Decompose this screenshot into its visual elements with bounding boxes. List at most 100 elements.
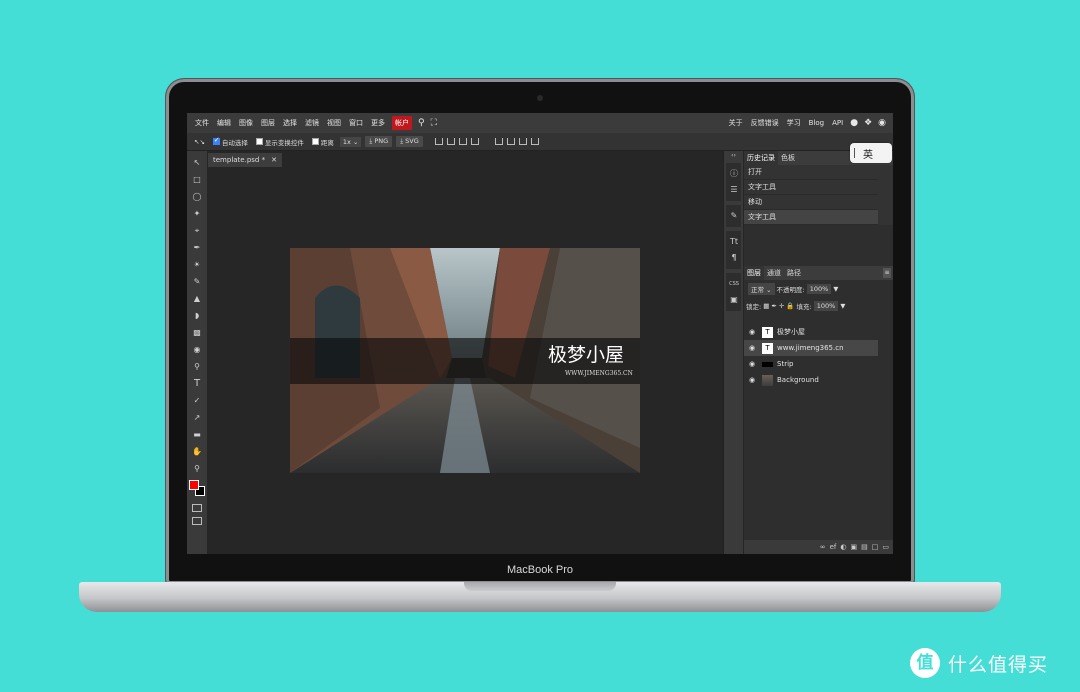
foreground-color-swatch[interactable] <box>189 480 199 490</box>
align-spacing-icon[interactable] <box>530 138 539 145</box>
brush-tool-icon[interactable]: ✎ <box>189 274 205 290</box>
marquee-tool-icon[interactable]: □ <box>189 172 205 188</box>
menu-account[interactable]: 帐户 <box>392 116 412 130</box>
reddit-icon[interactable]: ● <box>847 118 861 128</box>
align-bottom-icon[interactable] <box>518 138 527 145</box>
auto-select-checkbox[interactable]: 自动选择 <box>209 136 252 147</box>
screen-mode-icon[interactable] <box>192 517 202 525</box>
healing-tool-icon[interactable]: ✴ <box>189 257 205 273</box>
css-icon[interactable]: CSS <box>726 277 742 291</box>
menu-filter[interactable]: 滤镜 <box>301 113 323 133</box>
history-item[interactable]: 文字工具 <box>744 180 878 195</box>
pen-tool-icon[interactable]: ✓ <box>189 393 205 409</box>
zoom-select[interactable]: 1x ⌄ <box>339 136 362 147</box>
eye-icon[interactable]: ◉ <box>749 328 758 336</box>
eye-icon[interactable]: ◉ <box>749 376 758 384</box>
crop-tool-icon[interactable]: ⌖ <box>189 223 205 239</box>
menu-blog[interactable]: Blog <box>805 119 828 127</box>
opacity-input[interactable]: 100% <box>806 284 832 294</box>
history-item[interactable]: 移动 <box>744 195 878 210</box>
properties-icon[interactable]: ☰ <box>726 183 742 197</box>
link-icon[interactable]: ∞ <box>820 543 826 551</box>
tab-history[interactable]: 历史记录 <box>744 151 778 165</box>
menu-file[interactable]: 文件 <box>191 113 213 133</box>
export-png-button[interactable]: ⤓ PNG <box>365 136 393 147</box>
facebook-icon[interactable]: ◉ <box>875 118 889 128</box>
menu-select[interactable]: 选择 <box>279 113 301 133</box>
fx-icon[interactable]: ef <box>830 543 837 551</box>
search-icon[interactable]: ⚲ <box>415 118 428 128</box>
tab-swatches[interactable]: 色板 <box>778 151 798 165</box>
move-tool-icon[interactable]: ↖ <box>189 155 205 171</box>
close-icon[interactable]: ✕ <box>271 156 277 164</box>
adjustment-icon[interactable]: ◐ <box>840 543 846 551</box>
menu-more[interactable]: 更多 <box>367 113 389 133</box>
menu-view[interactable]: 视图 <box>323 113 345 133</box>
eye-icon[interactable]: ◉ <box>749 344 758 352</box>
history-item[interactable]: 文字工具 <box>744 210 878 225</box>
document-tab[interactable]: template.psd * ✕ <box>208 153 282 167</box>
image-icon[interactable]: ▣ <box>726 293 742 307</box>
show-transform-checkbox[interactable]: 显示变换控件 <box>252 137 308 147</box>
paragraph-icon[interactable]: ¶ <box>726 251 742 265</box>
align-distribute-icon[interactable] <box>470 138 479 145</box>
trash-icon[interactable]: ▭ <box>882 543 889 551</box>
layer-row[interactable]: ◉ Background <box>744 372 893 388</box>
collapse-icon[interactable]: ‹› <box>726 153 742 159</box>
export-svg-button[interactable]: ⤓ SVG <box>396 136 423 147</box>
menu-image[interactable]: 图像 <box>235 113 257 133</box>
magic-wand-icon[interactable]: ✦ <box>189 206 205 222</box>
mask-icon[interactable]: ▣ <box>851 543 858 551</box>
panel-menu-icon[interactable]: ≡ <box>883 268 891 278</box>
eye-icon[interactable]: ◉ <box>749 360 758 368</box>
align-top-icon[interactable] <box>494 138 503 145</box>
fullscreen-icon[interactable]: ⛶ <box>428 118 440 128</box>
tab-channels[interactable]: 通道 <box>764 266 784 280</box>
fill-input[interactable]: 100% <box>813 301 839 311</box>
menu-api[interactable]: API <box>828 119 847 127</box>
new-layer-icon[interactable]: □ <box>872 543 879 551</box>
align-right-icon[interactable] <box>458 138 467 145</box>
layer-row[interactable]: ◉ Strip <box>744 356 893 372</box>
tab-layers[interactable]: 图层 <box>744 266 764 280</box>
dodge-tool-icon[interactable]: ⚲ <box>189 359 205 375</box>
ime-indicator[interactable]: 英 <box>850 143 892 163</box>
twitter-icon[interactable]: ❖ <box>861 118 875 128</box>
history-item[interactable]: 打开 <box>744 165 878 180</box>
menu-layer[interactable]: 图层 <box>257 113 279 133</box>
menu-learn[interactable]: 学习 <box>783 118 805 128</box>
align-left-icon[interactable] <box>434 138 443 145</box>
info-icon[interactable]: ⓘ <box>726 167 742 181</box>
path-select-icon[interactable]: ↗ <box>189 410 205 426</box>
menu-edit[interactable]: 编辑 <box>213 113 235 133</box>
lock-icons[interactable]: ▦ ✒ ✛ 🔒 <box>763 302 794 310</box>
history-brush-icon[interactable]: ◗ <box>189 308 205 324</box>
zoom-tool-icon[interactable]: ⚲ <box>189 461 205 477</box>
folder-icon[interactable]: ▤ <box>861 543 868 551</box>
gradient-tool-icon[interactable]: ▩ <box>189 325 205 341</box>
shape-tool-icon[interactable]: ▬ <box>189 427 205 443</box>
character-icon[interactable]: Tt <box>726 235 742 249</box>
align-middle-icon[interactable] <box>506 138 515 145</box>
dropdown-arrow-icon[interactable]: ▼ <box>840 302 845 310</box>
eyedropper-icon[interactable]: ✒ <box>189 240 205 256</box>
stamp-tool-icon[interactable]: ▲ <box>189 291 205 307</box>
layer-row[interactable]: ◉ T 极梦小屋 <box>744 324 893 340</box>
image-canvas[interactable]: 极梦小屋 WWW.JIMENG365.CN <box>290 248 640 473</box>
align-center-icon[interactable] <box>446 138 455 145</box>
hand-tool-icon[interactable]: ✋ <box>189 444 205 460</box>
blend-mode-select[interactable]: 正常 ⌄ <box>748 283 775 295</box>
menu-window[interactable]: 窗口 <box>345 113 367 133</box>
quick-mask-icon[interactable] <box>192 504 202 512</box>
text-tool-icon[interactable]: T <box>189 376 205 392</box>
layer-row[interactable]: ◉ T www.jimeng365.cn <box>744 340 878 356</box>
menu-report-bug[interactable]: 反馈错误 <box>747 118 783 128</box>
lasso-tool-icon[interactable]: ◯ <box>189 189 205 205</box>
brush-settings-icon[interactable]: ✎ <box>726 209 742 223</box>
dropdown-arrow-icon[interactable]: ▼ <box>833 285 838 293</box>
tab-paths[interactable]: 路径 <box>784 266 804 280</box>
menu-about[interactable]: 关于 <box>725 118 747 128</box>
distance-checkbox[interactable]: 距离 <box>308 137 338 147</box>
blur-tool-icon[interactable]: ◉ <box>189 342 205 358</box>
watermark-text: 什么值得买 <box>948 653 1049 676</box>
